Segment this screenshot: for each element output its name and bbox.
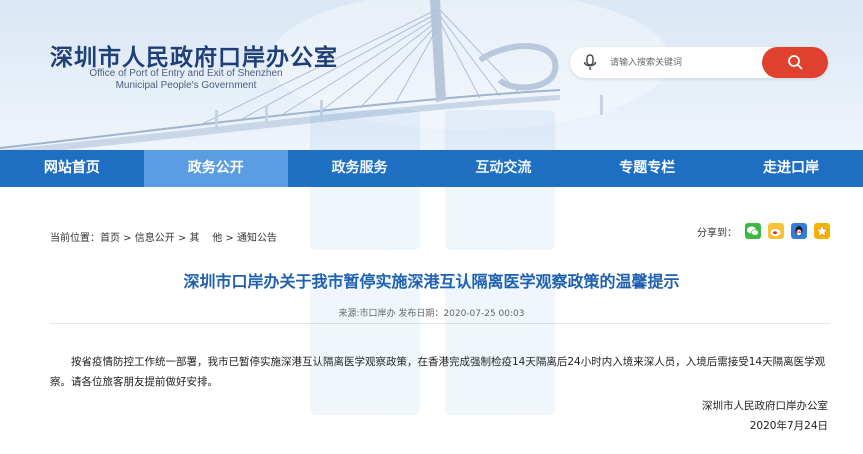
breadcrumb-home[interactable]: 首页 xyxy=(100,233,120,244)
article-meta: 来源:市口岸办 发布日期：2020-07-25 00:03 xyxy=(338,309,525,319)
microphone-icon[interactable] xyxy=(582,54,598,71)
main-nav: 网站首页 政务公开 政务服务 互动交流 专题专栏 走进口岸 xyxy=(0,150,863,187)
qzone-icon[interactable] xyxy=(814,223,830,239)
share-label: 分享到： xyxy=(697,227,737,239)
nav-item-government-affairs[interactable]: 政务公开 xyxy=(143,150,288,187)
nav-item-home[interactable]: 网站首页 xyxy=(0,150,144,187)
site-title: 深圳市人民政府口岸办公室 xyxy=(50,45,338,71)
article-signer: 深圳市人民政府口岸办公室 xyxy=(702,400,828,412)
wechat-icon[interactable] xyxy=(745,223,761,239)
breadcrumb-prefix: 当前位置： xyxy=(50,233,100,244)
breadcrumb-separator: > xyxy=(120,233,135,244)
article-title: 深圳市口岸办关于我市暂停实施深港互认隔离医学观察政策的温馨提示 xyxy=(183,272,680,291)
nav-item-interaction[interactable]: 互动交流 xyxy=(431,150,575,187)
search-button[interactable] xyxy=(762,47,828,78)
search-icon xyxy=(788,55,803,70)
breadcrumb-info-public[interactable]: 信息公开 xyxy=(135,233,175,244)
weibo-icon[interactable] xyxy=(768,223,784,239)
search-box xyxy=(570,47,828,78)
share-bar: 分享到： xyxy=(697,221,837,241)
qq-icon[interactable] xyxy=(791,223,807,239)
breadcrumb-other[interactable]: 其 他 xyxy=(190,233,223,244)
nav-item-services[interactable]: 政务服务 xyxy=(288,150,432,187)
article-body: 按省疫情防控工作统一部署，我市已暂停实施深港互认隔离医学观察政策，在香港完成强制… xyxy=(50,356,826,388)
search-input[interactable] xyxy=(610,54,760,71)
breadcrumb-notice[interactable]: 通知公告 xyxy=(237,233,277,244)
site-header: 深圳市人民政府口岸办公室 Office of Port of Entry and… xyxy=(0,0,863,150)
site-subtitle-line2: Municipal People's Government xyxy=(115,80,257,91)
breadcrumb-separator: > xyxy=(174,233,190,244)
nav-item-about-ports[interactable]: 走进口岸 xyxy=(719,150,863,187)
nav-item-topics[interactable]: 专题专栏 xyxy=(575,150,719,187)
site-subtitle-en: Office of Port of Entry and Exit of Shen… xyxy=(64,68,308,92)
breadcrumb-separator: > xyxy=(222,233,237,244)
site-subtitle-line1: Office of Port of Entry and Exit of Shen… xyxy=(89,68,283,79)
breadcrumb: 当前位置：首页 > 信息公开 > 其 他 > 通知公告 xyxy=(50,229,277,244)
article-date: 2020年7月24日 xyxy=(749,420,828,432)
divider xyxy=(50,323,830,324)
